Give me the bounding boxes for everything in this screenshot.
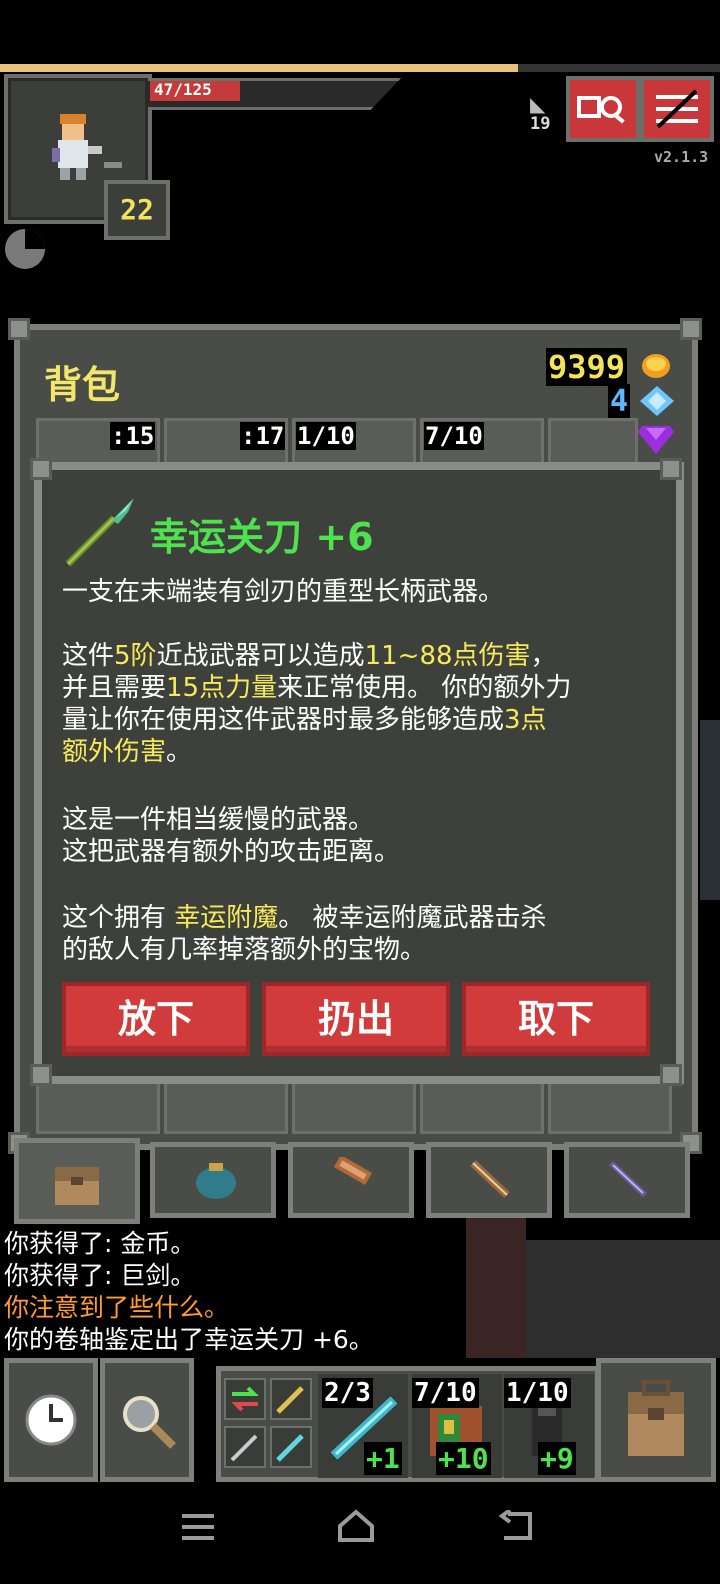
unequip-button[interactable]: 取下 xyxy=(462,982,650,1056)
backpack-icon xyxy=(55,1167,99,1205)
system-nav-bar xyxy=(0,1484,720,1584)
energy-crystal-icon xyxy=(640,386,674,416)
gold-amount: 9399 xyxy=(546,348,628,386)
item-damage: 11~88点伤害 xyxy=(364,641,531,671)
version-text: v2.1.3 xyxy=(654,148,709,166)
depth-stairs-icon: ◣ xyxy=(530,92,546,116)
slot-quantity: :15 xyxy=(110,422,156,450)
depth-text: 19 xyxy=(530,114,551,134)
scroll-holder-icon xyxy=(333,1154,373,1186)
item-bonus-damage: 3点 xyxy=(504,705,547,735)
tab-potion-bandolier[interactable] xyxy=(564,1142,690,1218)
search-button[interactable] xyxy=(100,1358,194,1482)
wand-holster-icon xyxy=(470,1160,510,1198)
busy-indicator-icon xyxy=(5,229,45,269)
backpack-title: 背包 xyxy=(44,363,121,407)
item-description-line: 这是一件相当缓慢的武器。 xyxy=(62,805,375,835)
text-fragment: 来正常使用。 你的额外力 xyxy=(277,673,572,703)
journal-search-icon xyxy=(577,96,625,124)
swap-quickslot-button[interactable] xyxy=(224,1378,266,1420)
hero-level-badge: 22 xyxy=(104,180,170,240)
dagger-icon xyxy=(230,1434,258,1462)
journal-search-button[interactable] xyxy=(566,76,640,142)
dialog-corner xyxy=(660,458,682,480)
window-corner xyxy=(8,318,30,340)
golden-wand-icon xyxy=(276,1386,304,1414)
bandolier-icon xyxy=(608,1160,648,1198)
item-enchant-line: 这个拥有 幸运附魔。 被幸运附魔武器击杀 xyxy=(62,902,547,934)
inventory-button[interactable] xyxy=(596,1358,716,1482)
text-fragment: 近战武器可以造成 xyxy=(156,641,365,671)
item-stats-line: 额外伤害。 xyxy=(62,736,192,768)
dungeon-wall xyxy=(700,720,720,900)
text-fragment: 。 xyxy=(166,737,193,767)
menu-icon xyxy=(656,89,698,129)
item-tier: 5阶 xyxy=(114,641,157,671)
quickslot-upgrade: +9 xyxy=(538,1442,576,1475)
magnifier-search-icon xyxy=(123,1396,176,1449)
slot-quantity: 1/10 xyxy=(296,422,356,450)
item-stats-line: 并且需要15点力量来正常使用。 你的额外力 xyxy=(62,672,571,704)
text-fragment: 并且需要 xyxy=(62,673,167,703)
text-fragment: 这件 xyxy=(62,641,115,671)
text-fragment: 这个拥有 xyxy=(62,903,175,933)
text-fragment: 量让你在使用这件武器时最多能够造成 xyxy=(62,705,505,735)
menu-button[interactable] xyxy=(640,76,714,142)
slot-quantity: 7/10 xyxy=(424,422,484,450)
home-icon[interactable] xyxy=(336,1508,376,1544)
seed-pouch-icon xyxy=(196,1163,236,1199)
quickslot-count: 1/10 xyxy=(504,1378,571,1408)
xp-bar-fill xyxy=(0,64,519,72)
quickslot-mini[interactable] xyxy=(224,1426,266,1468)
quickslot-count: 7/10 xyxy=(412,1378,479,1408)
slot-quantity: :17 xyxy=(240,422,286,450)
drop-button[interactable]: 放下 xyxy=(62,982,250,1056)
window-corner xyxy=(680,318,702,340)
text-fragment: ， xyxy=(530,641,557,671)
item-enchant-line: 的敌人有几率掉落额外的宝物。 xyxy=(62,935,427,965)
swap-arrows-icon xyxy=(231,1386,259,1412)
backpack-icon xyxy=(628,1380,684,1456)
item-name: 幸运关刀 +6 xyxy=(150,515,374,559)
item-description-line: 这把武器有额外的攻击距离。 xyxy=(62,837,401,867)
item-enchantment: 幸运附魔 xyxy=(174,903,279,933)
item-description-line: 一支在末端装有剑刃的重型长柄武器。 xyxy=(62,577,505,607)
recent-apps-icon[interactable] xyxy=(180,1512,216,1542)
cyan-wand-icon xyxy=(276,1434,304,1462)
quickslot-mini[interactable] xyxy=(270,1426,312,1468)
dialog-corner xyxy=(30,1064,52,1086)
tab-scroll-holder[interactable] xyxy=(288,1142,414,1218)
log-message: 你的卷轴鉴定出了幸运关刀 +6。 xyxy=(4,1325,374,1354)
wait-button[interactable] xyxy=(4,1358,98,1482)
text-fragment: 。 被幸运附魔武器击杀 xyxy=(278,903,547,933)
dungeon-wall xyxy=(466,1218,526,1358)
throw-button[interactable]: 扔出 xyxy=(262,982,450,1056)
energy-amount: 4 xyxy=(608,384,631,419)
log-message: 你注意到了些什么。 xyxy=(4,1293,230,1322)
dialog-corner xyxy=(660,1064,682,1086)
glaive-weapon-icon xyxy=(65,498,134,567)
quickslot-count: 2/3 xyxy=(322,1378,373,1408)
tab-wand-holster[interactable] xyxy=(426,1142,552,1218)
dialog-corner xyxy=(30,458,52,480)
hp-text: 47/125 xyxy=(154,80,212,99)
item-bonus-damage-label: 额外伤害 xyxy=(62,737,167,767)
item-stats-line: 这件5阶近战武器可以造成11~88点伤害， xyxy=(62,640,557,672)
tab-backpack[interactable] xyxy=(14,1138,140,1224)
log-message: 你获得了: 金币。 xyxy=(4,1229,196,1258)
gold-coin-icon xyxy=(642,354,670,378)
dungeon-floor xyxy=(526,1240,720,1358)
gem-icon xyxy=(638,426,674,454)
item-stats-line: 量让你在使用这件武器时最多能够造成3点 xyxy=(62,704,547,736)
quickslot-upgrade: +1 xyxy=(364,1442,402,1475)
back-icon[interactable] xyxy=(498,1510,534,1542)
clock-icon xyxy=(25,1394,77,1446)
item-strength-requirement: 15点力量 xyxy=(166,673,278,703)
quickslot-upgrade: +10 xyxy=(436,1442,491,1475)
tab-pouch[interactable] xyxy=(150,1142,276,1218)
log-message: 你获得了: 巨剑。 xyxy=(4,1261,196,1290)
quickslot-mini[interactable] xyxy=(270,1378,312,1420)
